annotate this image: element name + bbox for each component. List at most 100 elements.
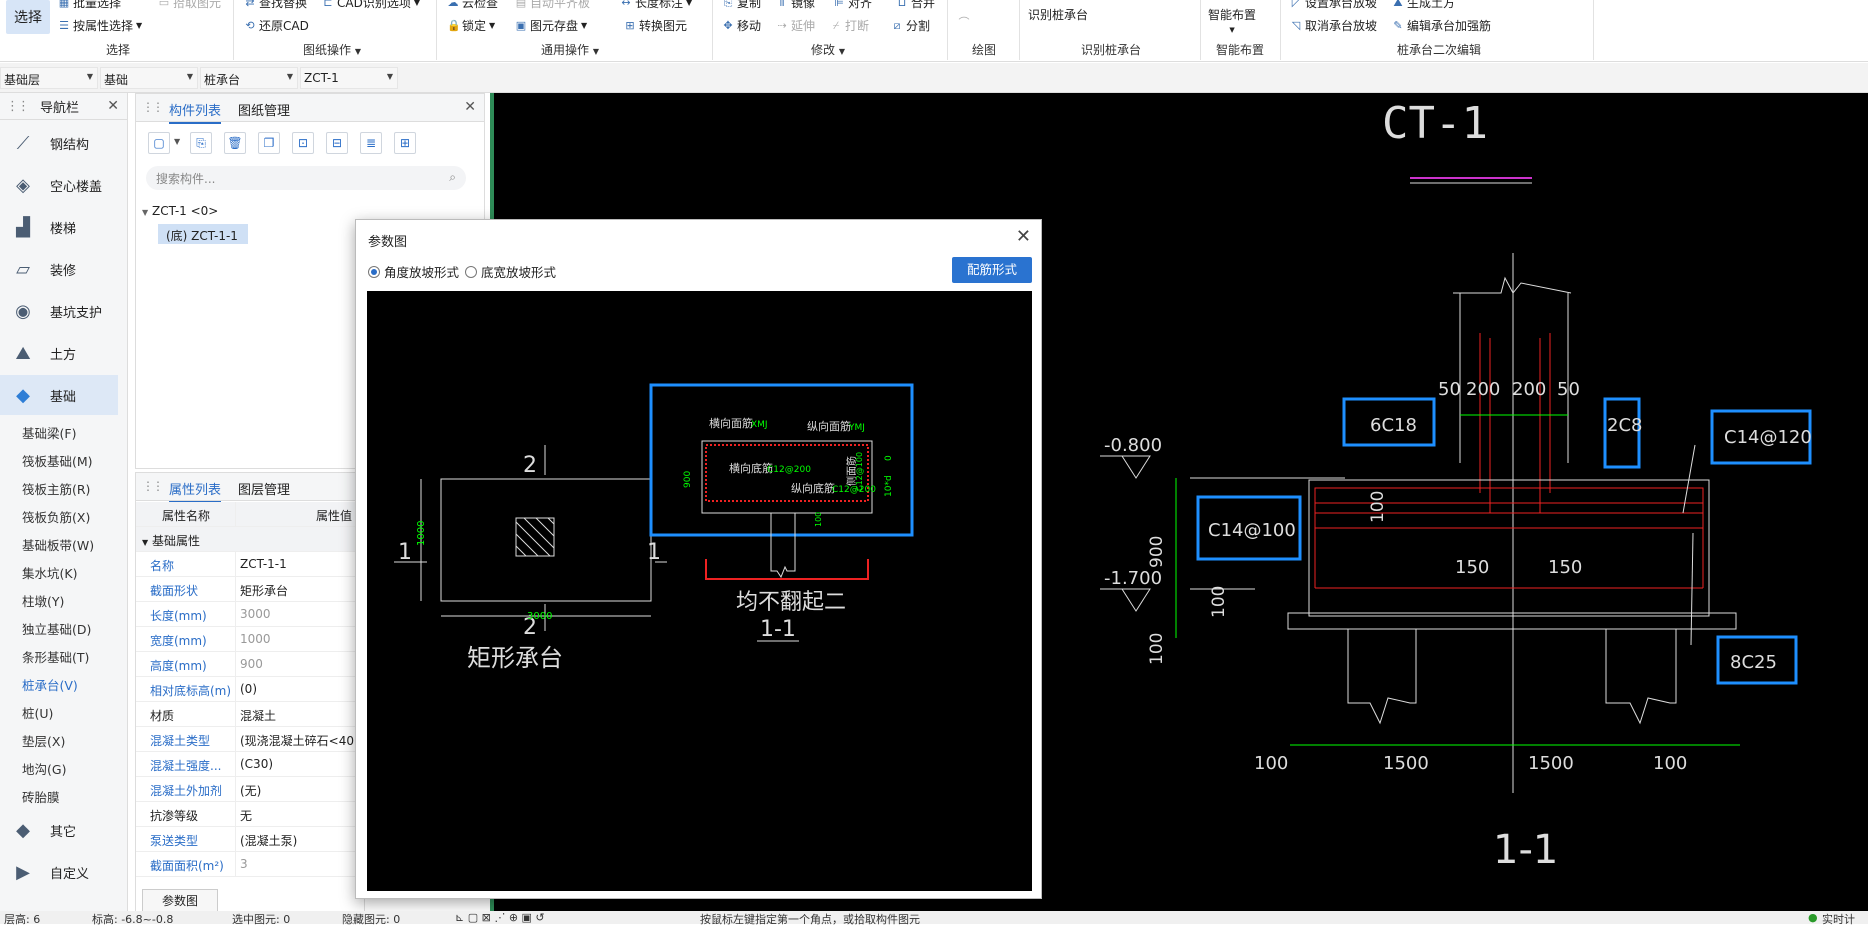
sub-item-pile-cap[interactable]: 桩承台(V) [22, 675, 78, 694]
length-mark-button[interactable]: ↔ 长度标注 ▼ [620, 0, 692, 11]
property-row[interactable]: 相对底标高(m) (0) [136, 677, 366, 702]
copy-button[interactable]: ⎘ 复制 [722, 0, 761, 11]
property-row[interactable]: 截面形状 矩形承台 [136, 577, 366, 602]
property-value[interactable]: 900 [240, 657, 263, 671]
sub-item-foundation-beam[interactable]: 基础梁(F) [22, 423, 76, 442]
property-row[interactable]: 截面面积(m²) 3 [136, 852, 366, 877]
property-value[interactable]: (0) [240, 682, 257, 696]
copy-layer-icon[interactable]: ❐ [258, 132, 280, 154]
property-value[interactable]: (现浇混凝土碎石<40) [240, 732, 359, 749]
identify-cap-button[interactable]: 识别桩承台 [1028, 6, 1088, 23]
filter-icon[interactable]: ⊞ [394, 132, 416, 154]
property-row[interactable]: 宽度(mm) 1000 [136, 627, 366, 652]
find-replace-button[interactable]: ⇄ 查找替换 [244, 0, 307, 11]
property-value[interactable]: 无 [240, 807, 252, 824]
pick-elem-button[interactable]: ▭ 拾取图元 [158, 0, 221, 11]
move-button[interactable]: ✥ 移动 [722, 17, 761, 34]
close-icon[interactable]: ✕ [1016, 226, 1031, 247]
elem-save-button[interactable]: ▣ 图元存盘 ▼ [515, 17, 587, 34]
cad-options-button[interactable]: ⊏ CAD识别选项 ▼ [322, 0, 420, 11]
nav-item-earthwork[interactable]: ⛰ 土方 [0, 333, 118, 373]
grip-icon[interactable]: ⋮⋮ [142, 479, 164, 493]
close-icon[interactable]: ✕ [107, 98, 119, 114]
sub-item-isolated-footing[interactable]: 独立基础(D) [22, 619, 91, 638]
property-value[interactable]: 1000 [240, 632, 271, 646]
new-icon[interactable]: ▢ [148, 132, 170, 154]
sub-item-foundation-strip[interactable]: 基础板带(W) [22, 535, 94, 554]
sub-item-column-pier[interactable]: 柱墩(Y) [22, 591, 64, 610]
type-select[interactable]: 桩承台 ▼ [200, 67, 298, 89]
dropdown-arrow-icon[interactable]: ▼ [174, 137, 180, 146]
category-select[interactable]: 基础 ▼ [100, 67, 198, 89]
property-row[interactable]: 混凝土外加剂 (无) [136, 777, 366, 802]
sub-item-pile[interactable]: 桩(U) [22, 703, 53, 722]
group-common-ops[interactable]: 通用操作 ▼ [541, 41, 599, 58]
property-value[interactable]: 混凝土 [240, 707, 276, 724]
nav-item-steel[interactable]: ⟋ 钢结构 [0, 123, 118, 163]
grip-icon[interactable]: ⋮⋮ [6, 99, 30, 114]
property-value[interactable]: ZCT-1-1 [240, 557, 287, 571]
tab-layer-manage[interactable]: 图层管理 [238, 479, 290, 498]
property-row[interactable]: 材质 混凝土 [136, 702, 366, 727]
property-row[interactable]: 泵送类型 (混凝土泵) [136, 827, 366, 852]
extend-button[interactable]: ⇢ 延伸 [776, 17, 815, 34]
tree-item-selected[interactable]: (底) ZCT-1-1 [158, 224, 248, 244]
set-slope-button[interactable]: ◸ 设置承台放坡 [1290, 0, 1377, 11]
lock-button[interactable]: 🔒 锁定 ▼ [447, 17, 495, 34]
search-icon[interactable]: ⌕ [449, 170, 456, 185]
nav-item-foundation[interactable]: ◆ 基础 [0, 375, 118, 415]
rebar-form-button[interactable]: 配筋形式 [952, 257, 1032, 283]
property-row[interactable]: 长度(mm) 3000 [136, 602, 366, 627]
group-modify[interactable]: 修改 ▼ [811, 41, 845, 58]
property-row[interactable]: 高度(mm) 900 [136, 652, 366, 677]
radio-angle-slope[interactable]: 角度放坡形式 [368, 262, 459, 281]
property-value[interactable]: (无) [240, 782, 261, 799]
group-drawing-ops[interactable]: 图纸操作 ▼ [303, 41, 361, 58]
sub-item-strip-footing[interactable]: 条形基础(T) [22, 647, 89, 666]
property-value[interactable]: (C30) [240, 757, 273, 771]
grip-icon[interactable]: ⋮⋮ [142, 100, 164, 114]
export-icon[interactable]: ⊟ [326, 132, 348, 154]
nav-item-custom[interactable]: ▶ 自定义 [0, 852, 118, 892]
sub-item-trench[interactable]: 地沟(G) [22, 759, 66, 778]
auto-level-button[interactable]: ▤ 自动平齐板 [515, 0, 590, 11]
tree-root[interactable]: ▼ ZCT-1 <0> [142, 204, 218, 218]
merge-button[interactable]: ⊔ 合并 [896, 0, 935, 11]
restore-cad-button[interactable]: ⟲ 还原CAD [244, 17, 308, 34]
break-button[interactable]: ⌿ 打断 [830, 17, 869, 34]
nav-item-pit-support[interactable]: ◉ 基坑支护 [0, 291, 118, 331]
batch-select-button[interactable]: ▦ 批量选择 [58, 0, 121, 11]
cancel-slope-button[interactable]: ◹ 取消承台放坡 [1290, 17, 1377, 34]
radio-width-slope[interactable]: 底宽放坡形式 [465, 262, 556, 281]
import-icon[interactable]: ⊡ [292, 132, 314, 154]
list-icon[interactable]: ≣ [360, 132, 382, 154]
tab-component-list[interactable]: 构件列表 [169, 100, 222, 124]
property-value[interactable]: 矩形承台 [240, 582, 288, 599]
property-row[interactable]: 抗渗等级 无 [136, 802, 366, 827]
search-input[interactable]: 搜索构件... ⌕ [146, 166, 466, 190]
align-button[interactable]: ⊫ 对齐 [833, 0, 872, 11]
sub-item-brick-mold[interactable]: 砖胎膜 [22, 787, 60, 806]
nav-item-stairs[interactable]: ▟ 楼梯 [0, 207, 118, 247]
property-row[interactable]: 名称 ZCT-1-1 [136, 552, 366, 577]
cloud-check-button[interactable]: ☁ 云检查 [447, 0, 499, 11]
duplicate-icon[interactable]: ⎘ [190, 132, 212, 154]
mirror-button[interactable]: ⫴ 镜像 [776, 0, 815, 11]
convert-elem-button[interactable]: ⊞ 转换图元 [624, 17, 687, 34]
sub-item-raft-neg-rebar[interactable]: 筏板负筋(X) [22, 507, 90, 526]
split-button[interactable]: ⧄ 分割 [891, 17, 931, 34]
sub-item-raft[interactable]: 筏板基础(M) [22, 451, 93, 470]
smart-layout-button[interactable]: 智能布置 ▼ [1208, 6, 1256, 34]
properties-section[interactable]: ▼ 基础属性 [136, 527, 366, 552]
floor-select[interactable]: 基础层 ▼ [0, 67, 98, 89]
property-row[interactable]: 混凝土类型 (现浇混凝土碎石<40) [136, 727, 366, 752]
tab-drawing-manage[interactable]: 图纸管理 [238, 100, 290, 119]
edit-rebar-button[interactable]: ✎ 编辑承台加强筋 [1392, 17, 1491, 34]
nav-item-hollow-floor[interactable]: ◈ 空心楼盖 [0, 165, 118, 205]
property-value[interactable]: (混凝土泵) [240, 832, 297, 849]
property-row[interactable]: 混凝土强度... (C30) [136, 752, 366, 777]
nav-item-decoration[interactable]: ▱ 装修 [0, 249, 118, 289]
delete-icon[interactable]: 🗑 [224, 132, 246, 154]
sub-item-sump[interactable]: 集水坑(K) [22, 563, 77, 582]
sub-item-cushion[interactable]: 垫层(X) [22, 731, 65, 750]
